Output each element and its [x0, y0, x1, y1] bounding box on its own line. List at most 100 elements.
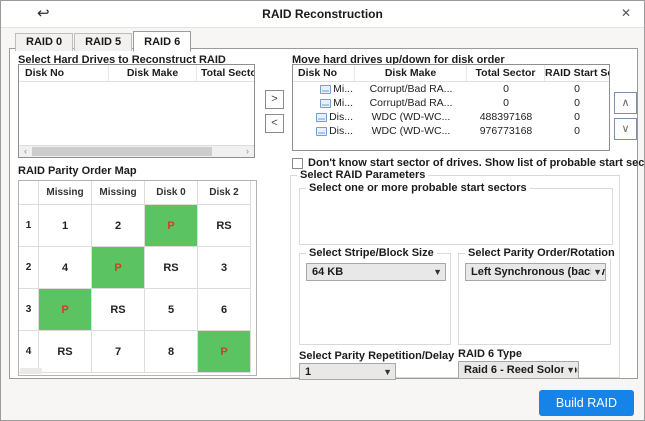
column-disk-no: Disk No: [293, 65, 355, 81]
hard-drive-icon: [316, 113, 327, 122]
source-drives-table[interactable]: Disk No Disk Make Total Sector ‹ ›: [18, 64, 255, 158]
hard-drive-icon: [320, 85, 331, 94]
parity-cell: 5: [145, 289, 198, 331]
parity-col-header: Missing: [39, 181, 92, 205]
parity-row-label: 4: [19, 331, 39, 373]
parity-order-map: Missing Missing Disk 0 Disk 2 1 1 2 P RS…: [18, 180, 257, 376]
parity-cell: RS: [198, 205, 251, 247]
parity-repetition-value: 1: [305, 366, 311, 378]
parity-order-dropdown[interactable]: Left Synchronous (backward ▼: [465, 263, 606, 281]
raid-start-sector: 0: [545, 97, 609, 109]
hard-drive-icon: [316, 127, 327, 136]
raid-start-sector: 0: [545, 83, 609, 95]
stripe-size-group: Select Stripe/Block Size 64 KB ▼: [299, 253, 451, 345]
raid-reconstruction-dialog: ↩ RAID Reconstruction ✕ RAID 0 RAID 5 RA…: [0, 0, 645, 421]
raid-start-sector: 0: [545, 111, 609, 123]
parity-cell: 8: [145, 331, 198, 373]
column-disk-make: Disk Make: [109, 65, 197, 81]
parity-cell: 1: [39, 205, 92, 247]
disk-make: WDC (WD-WC...: [355, 125, 467, 137]
dropdown-arrow-icon: ▼: [564, 362, 575, 378]
unknown-start-sector-checkbox[interactable]: Don't know start sector of drives. Show …: [292, 157, 645, 169]
checkbox-label: Don't know start sector of drives. Show …: [308, 157, 645, 169]
probable-start-sectors-group: Select one or more probable start sector…: [299, 188, 613, 245]
parity-cell: RS: [92, 289, 145, 331]
total-sector: 488397168: [467, 111, 545, 123]
stripe-size-dropdown[interactable]: 64 KB ▼: [306, 263, 446, 281]
table-row[interactable]: Mi... Corrupt/Bad RA... 0 0: [293, 82, 609, 96]
drive-order-header: Disk No Disk Make Total Sector RAID Star…: [293, 65, 609, 82]
parity-repetition-dropdown[interactable]: 1 ▼: [299, 363, 396, 380]
parity-cell: RS: [39, 331, 92, 373]
parity-cell: 7: [92, 331, 145, 373]
parity-corner-cell: [19, 181, 39, 205]
chevron-down-icon: ∨: [621, 123, 629, 135]
tab-raid5[interactable]: RAID 5: [74, 33, 132, 51]
hard-drive-icon: [320, 99, 331, 108]
parity-order-legend: Select Parity Order/Rotation: [465, 247, 618, 259]
checkbox-icon[interactable]: [292, 158, 303, 169]
column-total-sector: Total Sector: [467, 65, 545, 81]
move-right-button[interactable]: >: [265, 90, 284, 109]
parity-map-scrollbar[interactable]: [20, 368, 42, 374]
build-raid-button[interactable]: Build RAID: [539, 390, 634, 416]
move-down-button[interactable]: ∨: [614, 118, 637, 140]
column-disk-no: Disk No: [19, 65, 109, 81]
parity-cell: 6: [198, 289, 251, 331]
parity-col-header: Disk 2: [198, 181, 251, 205]
column-raid-start-sector: RAID Start Sector: [545, 65, 609, 81]
parity-cell-parity: P: [39, 289, 92, 331]
move-up-button[interactable]: ∧: [614, 92, 637, 114]
disk-no: Dis...: [329, 111, 353, 123]
disk-make: Corrupt/Bad RA...: [355, 83, 467, 95]
raid-parameters-group: Select RAID Parameters Select one or mor…: [290, 175, 620, 378]
parity-cell: 4: [39, 247, 92, 289]
parity-cell: 3: [198, 247, 251, 289]
scroll-right-icon[interactable]: ›: [241, 146, 254, 157]
parity-cell-parity: P: [198, 331, 251, 373]
window-title: RAID Reconstruction: [1, 7, 644, 21]
stripe-size-value: 64 KB: [312, 266, 343, 278]
horizontal-scrollbar[interactable]: ‹ ›: [19, 145, 254, 157]
chevron-up-icon: ∧: [621, 97, 629, 109]
tab-bar: RAID 0 RAID 5 RAID 6: [15, 30, 192, 51]
parity-col-header: Disk 0: [145, 181, 198, 205]
probable-start-sectors-legend: Select one or more probable start sector…: [306, 182, 530, 194]
table-row[interactable]: Mi... Corrupt/Bad RA... 0 0: [293, 96, 609, 110]
parity-row-label: 1: [19, 205, 39, 247]
raid6-type-label: RAID 6 Type: [458, 348, 522, 360]
parity-repetition-label: Select Parity Repetition/Delay: [299, 350, 454, 362]
drive-order-table[interactable]: Disk No Disk Make Total Sector RAID Star…: [292, 64, 610, 151]
parity-order-value: Left Synchronous (backward: [471, 266, 606, 278]
raid6-type-dropdown[interactable]: Raid 6 - Reed Solomor ▼: [458, 361, 579, 379]
table-row[interactable]: Dis... WDC (WD-WC... 488397168 0: [293, 110, 609, 124]
dropdown-arrow-icon: ▼: [591, 264, 602, 280]
column-disk-make: Disk Make: [355, 65, 467, 81]
total-sector: 0: [467, 97, 545, 109]
dropdown-arrow-icon: ▼: [431, 264, 442, 280]
parity-row-label: 2: [19, 247, 39, 289]
disk-no: Dis...: [329, 125, 353, 137]
parity-cell: 2: [92, 205, 145, 247]
total-sector: 0: [467, 83, 545, 95]
tab-content-panel: Select Hard Drives to Reconstruct RAID D…: [9, 48, 638, 379]
tab-raid6[interactable]: RAID 6: [133, 31, 191, 52]
parity-order-group: Select Parity Order/Rotation Left Synchr…: [458, 253, 611, 345]
disk-make: WDC (WD-WC...: [355, 111, 467, 123]
dropdown-arrow-icon: ▼: [381, 364, 392, 380]
disk-no: Mi...: [333, 97, 353, 109]
tab-raid0[interactable]: RAID 0: [15, 33, 73, 51]
scroll-left-icon[interactable]: ‹: [19, 146, 32, 157]
table-row[interactable]: Dis... WDC (WD-WC... 976773168 0: [293, 124, 609, 138]
total-sector: 976773168: [467, 125, 545, 137]
close-icon[interactable]: ✕: [621, 6, 631, 20]
raid-parameters-legend: Select RAID Parameters: [297, 169, 428, 181]
parity-cell-parity: P: [92, 247, 145, 289]
title-bar: ↩ RAID Reconstruction ✕: [1, 1, 644, 28]
raid-start-sector: 0: [545, 125, 609, 137]
column-total-sector: Total Sector: [197, 65, 254, 81]
move-left-button[interactable]: <: [265, 114, 284, 133]
scrollbar-track[interactable]: [32, 146, 241, 157]
scrollbar-thumb[interactable]: [32, 147, 212, 156]
parity-row-label: 3: [19, 289, 39, 331]
